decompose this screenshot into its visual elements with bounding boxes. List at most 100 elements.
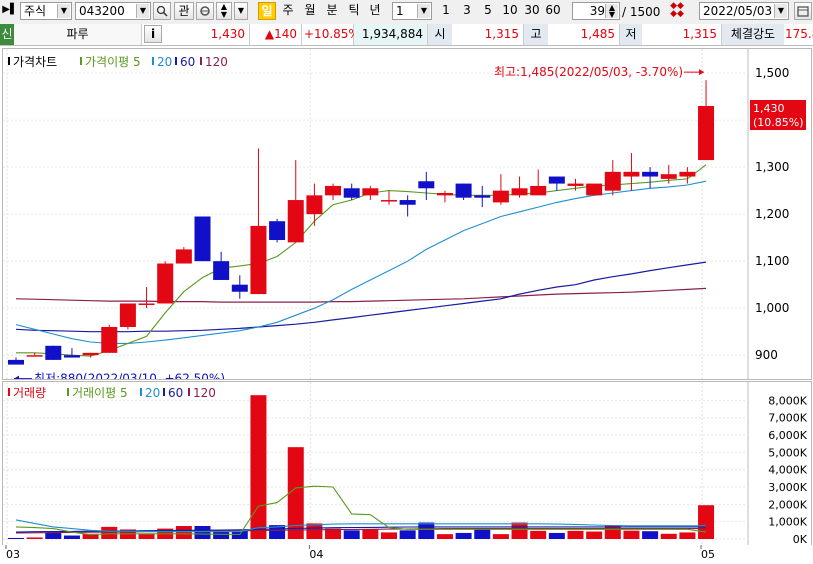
candle[interactable] — [231, 275, 248, 299]
candle[interactable] — [698, 80, 715, 161]
n-button-5[interactable]: 5 — [480, 2, 496, 20]
candle[interactable] — [381, 190, 397, 205]
y-tick-label: 6,000K — [768, 429, 807, 442]
candle[interactable] — [679, 167, 696, 184]
period-week[interactable]: 주 — [280, 2, 296, 20]
period-month[interactable]: 월 — [302, 2, 318, 20]
menu-arrow-icon[interactable]: ▶▌ — [2, 2, 18, 20]
market-select[interactable]: 주식 ▼ — [20, 2, 72, 20]
volume-bar[interactable] — [175, 526, 192, 539]
candle[interactable] — [325, 183, 342, 201]
candle[interactable] — [194, 216, 211, 262]
volume-bar[interactable] — [26, 537, 43, 539]
candle[interactable] — [492, 174, 509, 205]
volume-bar[interactable] — [586, 531, 603, 539]
n-button-60[interactable]: 60 — [543, 2, 563, 20]
volume-bar[interactable] — [455, 532, 472, 539]
volume-bar[interactable] — [698, 505, 715, 539]
candle[interactable] — [250, 148, 267, 295]
watchlist-button[interactable]: 관 — [174, 2, 194, 20]
ma120-line — [15, 287, 707, 303]
zoom-arrows-icon[interactable]: ◆◆ ◆◆ — [668, 2, 686, 20]
candle[interactable] — [157, 261, 174, 304]
more-button[interactable]: ▼ — [234, 2, 248, 20]
volume-bar[interactable] — [101, 526, 118, 539]
candle[interactable] — [418, 171, 435, 201]
volume-bar[interactable] — [138, 534, 155, 539]
candle[interactable] — [82, 352, 99, 358]
legend-ma60-marker — [175, 57, 177, 65]
candle[interactable] — [101, 324, 118, 353]
date-select[interactable]: 2022/05/03 ▼ — [699, 2, 789, 20]
legend-vma20-marker — [140, 388, 142, 396]
candle[interactable] — [511, 176, 528, 198]
volume-bar[interactable] — [381, 532, 397, 539]
volume-bar[interactable] — [63, 535, 80, 539]
scroll-stepper[interactable]: ▲ ▼ — [216, 2, 232, 20]
price-title: 가격차트 — [13, 55, 57, 69]
n-button-30[interactable]: 30 — [522, 2, 542, 20]
volume-bar[interactable] — [343, 530, 360, 539]
candle[interactable] — [63, 348, 80, 358]
volume-bar[interactable] — [679, 532, 696, 539]
search-button[interactable] — [153, 2, 171, 20]
candle[interactable] — [474, 185, 491, 208]
candle[interactable] — [8, 357, 24, 365]
volume-bar[interactable] — [660, 533, 677, 539]
volume-title: 거래량 — [13, 386, 46, 400]
volume-bar[interactable] — [492, 534, 509, 539]
candle[interactable] — [586, 183, 603, 196]
volume-bar[interactable] — [306, 523, 323, 539]
candle[interactable] — [362, 185, 379, 201]
volume-bar[interactable] — [399, 530, 416, 539]
candle[interactable] — [138, 287, 155, 309]
volume-bar[interactable] — [436, 534, 453, 539]
candle[interactable] — [604, 160, 621, 196]
code-input[interactable]: 043200 ▼ — [75, 2, 151, 20]
candle[interactable] — [287, 160, 304, 243]
volume-bar[interactable] — [45, 532, 62, 539]
candle[interactable] — [213, 251, 230, 280]
info-button[interactable]: i — [144, 25, 162, 43]
volume-bar[interactable] — [530, 530, 547, 539]
period-year[interactable]: 년 — [366, 2, 384, 20]
count-input[interactable]: 39 ▲ ▼ — [572, 2, 620, 20]
candle[interactable] — [119, 303, 136, 330]
candle[interactable] — [530, 169, 547, 196]
volume-bar[interactable] — [362, 529, 379, 539]
candle[interactable] — [455, 183, 472, 201]
period-minute[interactable]: 분 — [324, 2, 340, 20]
volume-bar[interactable] — [418, 522, 435, 539]
candle[interactable] — [343, 183, 360, 201]
date-value: 2022/05/03 — [703, 4, 773, 18]
candle[interactable] — [306, 183, 323, 226]
candle[interactable] — [548, 176, 565, 191]
candle[interactable] — [642, 167, 659, 189]
candle[interactable] — [399, 195, 416, 217]
volume-bar[interactable] — [548, 532, 565, 539]
volume-bar[interactable] — [250, 395, 267, 539]
n-button-1[interactable]: 1 — [438, 2, 454, 20]
price-chart[interactable]: 9001,0001,1001,2001,3001,4001,500 최고:1,4… — [3, 49, 811, 379]
period-tick[interactable]: 틱 — [346, 2, 362, 20]
candle[interactable] — [623, 153, 640, 191]
volume-bar[interactable] — [474, 528, 491, 539]
window-button[interactable] — [794, 2, 812, 20]
volume-bar[interactable] — [194, 526, 211, 539]
n-button-10[interactable]: 10 — [500, 2, 520, 20]
volume-bar[interactable] — [642, 531, 659, 539]
link-button[interactable] — [196, 2, 214, 20]
unit-select[interactable]: 1 ▼ — [392, 2, 432, 20]
candle[interactable] — [436, 190, 453, 203]
volume-chart[interactable]: 0K1,000K2,000K3,000K4,000K5,000K6,000K7,… — [3, 382, 811, 546]
today-badge[interactable]: 일 — [258, 2, 276, 20]
n-button-3[interactable]: 3 — [459, 2, 475, 20]
candle[interactable] — [175, 247, 192, 264]
volume-bar[interactable] — [623, 530, 640, 539]
volume-bar[interactable] — [8, 537, 24, 539]
legend-ma5: 가격이평 5 — [85, 55, 141, 69]
candle[interactable] — [45, 345, 62, 360]
volume-bar[interactable] — [511, 522, 528, 539]
candle[interactable] — [269, 218, 286, 243]
volume-bar[interactable] — [567, 530, 584, 539]
